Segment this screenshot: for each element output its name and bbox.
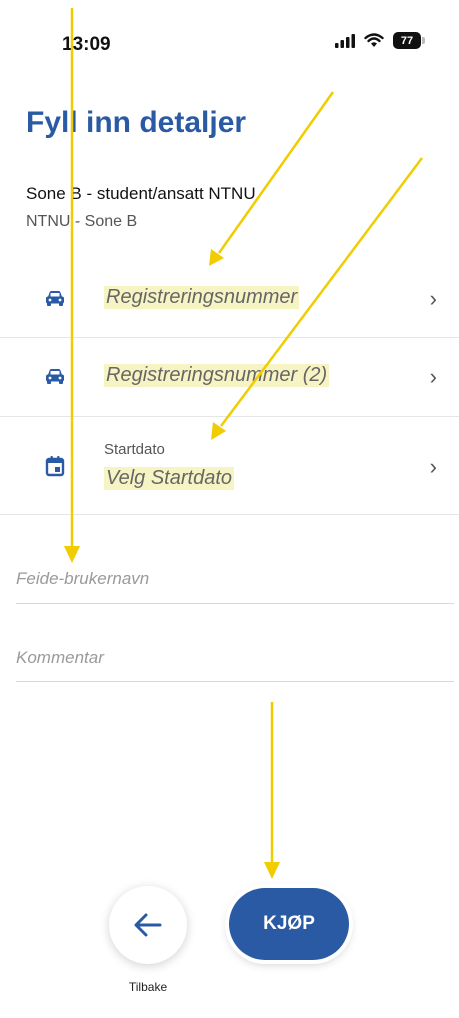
chevron-right-icon: › <box>429 364 437 389</box>
back-button[interactable] <box>109 886 187 964</box>
chevron-right-icon: › <box>429 286 437 311</box>
back-label: Tilbake <box>128 980 168 994</box>
page-title: Fyll inn detaljer <box>26 106 247 139</box>
zone-area: NTNU - Sone B <box>26 213 138 230</box>
buy-button[interactable]: KJØP <box>229 888 349 960</box>
feide-username-input[interactable]: Feide-brukernavn <box>16 569 454 604</box>
start-date-value: Velg Startdato <box>104 467 235 490</box>
registration-number-2-row[interactable]: Registreringsnummer (2) › <box>0 338 459 417</box>
battery-level: 77 <box>400 34 414 47</box>
chevron-right-icon: › <box>429 454 437 479</box>
arrow-left-icon <box>134 913 162 937</box>
start-date-label: Startdato <box>104 441 165 458</box>
buy-button-label: KJØP <box>263 913 315 934</box>
car-icon <box>46 291 64 306</box>
status-time: 13:09 <box>62 34 111 55</box>
car-icon <box>46 369 64 384</box>
cellular-signal-icon <box>335 33 355 48</box>
annotation-arrow <box>264 702 280 879</box>
battery-icon: 77 <box>393 32 425 49</box>
status-bar: 13:09 77 <box>0 0 459 90</box>
status-icons: 77 <box>335 32 425 49</box>
registration-number-row[interactable]: Registreringsnummer › <box>0 260 459 338</box>
start-date-row[interactable]: Startdato Velg Startdato › <box>0 417 459 515</box>
registration-number-2-value: Registreringsnummer (2) <box>104 364 330 387</box>
zone-name: Sone B - student/ansatt NTNU <box>26 184 256 203</box>
registration-number-value: Registreringsnummer <box>104 286 300 309</box>
comment-placeholder: Kommentar <box>16 648 104 667</box>
wifi-icon <box>364 33 384 47</box>
calendar-icon <box>45 456 65 477</box>
comment-input[interactable]: Kommentar <box>16 648 454 682</box>
feide-username-placeholder: Feide-brukernavn <box>16 569 150 588</box>
